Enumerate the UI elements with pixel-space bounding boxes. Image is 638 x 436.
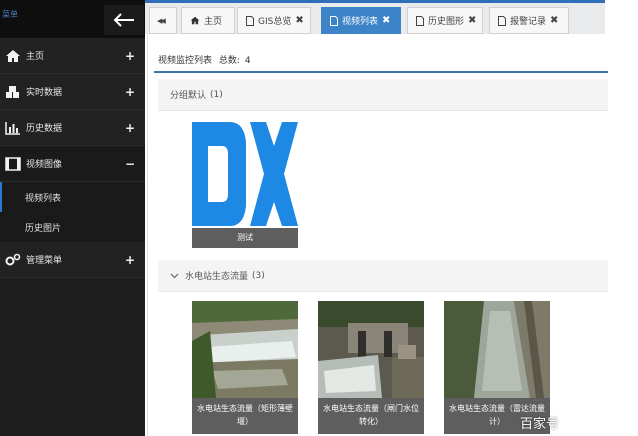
expand-toggle[interactable]: + <box>125 49 135 63</box>
double-chevron-left-icon: ◀◀ <box>157 16 166 25</box>
home-icon <box>190 16 200 25</box>
tab-bar: ◀◀ 主页 GIS总览 ✖ 视频列表 ✖ 历史图形 ✖ 报警记录 ✖ <box>145 0 605 34</box>
tab-label: 历史图形 <box>428 17 465 27</box>
back-arrow-button[interactable] <box>104 5 144 35</box>
tab-label: 报警记录 <box>510 17 547 27</box>
sidebar-item-label: 主页 <box>26 52 45 62</box>
sidebar-item-video-images[interactable]: 视频图像 − <box>0 146 145 182</box>
video-card[interactable]: 测试 <box>192 120 298 253</box>
weir-camera-thumbnail <box>192 301 298 398</box>
file-icon <box>416 15 424 26</box>
sidebar: 菜单 主页 + 实时数据 + 历史数据 + 视频图像 − 视频列表 历史图片 管… <box>0 0 145 436</box>
video-caption: 水电站生态流量（矩形薄壁堰） <box>192 398 298 434</box>
bar-chart-icon <box>5 121 20 135</box>
dx-logo-thumbnail <box>192 120 298 228</box>
cubes-icon <box>6 85 19 98</box>
home-icon <box>6 49 20 62</box>
sluice-gate-image <box>318 301 424 398</box>
channel-image <box>444 301 550 398</box>
expand-toggle[interactable]: + <box>125 253 135 267</box>
menu-label: 菜单 <box>2 10 18 19</box>
video-caption: 水电站生态流量（闸门水位转化） <box>318 398 424 434</box>
close-icon[interactable]: ✖ <box>295 15 303 26</box>
file-icon <box>246 15 254 26</box>
group-header-default[interactable]: 分组默认 (1) <box>158 79 608 111</box>
close-icon[interactable]: ✖ <box>468 15 476 26</box>
radar-camera-thumbnail <box>444 301 550 398</box>
sidebar-subitem-history-pictures[interactable]: 历史图片 <box>0 212 145 242</box>
video-caption: 测试 <box>192 228 298 248</box>
file-icon <box>498 15 506 26</box>
list-title: 视频监控列表 <box>158 56 213 66</box>
tab-scroll-left-button[interactable]: ◀◀ <box>149 7 177 34</box>
group-name: 水电站生态流量 <box>185 272 249 282</box>
group-header-hydropower[interactable]: 水电站生态流量 (3) <box>158 260 608 292</box>
dx-logo <box>192 120 298 228</box>
river-weir-image <box>192 301 298 398</box>
sidebar-item-label: 历史数据 <box>26 124 63 134</box>
sidebar-header: 菜单 <box>0 0 145 38</box>
total-label: 总数: <box>218 56 240 66</box>
main-content: 视频监控列表 总数: 4 分组默认 (1) 测试 水电站生态流量 (3) 水电站… <box>147 34 608 436</box>
group-count: (1) <box>210 89 223 100</box>
list-header: 视频监控列表 总数: 4 <box>158 53 608 66</box>
sidebar-item-home[interactable]: 主页 + <box>0 38 145 74</box>
sidebar-subitem-video-list[interactable]: 视频列表 <box>0 182 145 212</box>
tab-home[interactable]: 主页 <box>181 7 235 34</box>
close-icon[interactable]: ✖ <box>382 15 390 26</box>
video-card[interactable]: 水电站生态流量（闸门水位转化） <box>318 301 424 434</box>
chevron-down-icon <box>170 273 179 278</box>
expand-toggle[interactable]: + <box>125 121 135 135</box>
video-card[interactable]: 水电站生态流量（矩形薄壁堰） <box>192 301 298 434</box>
sidebar-item-label: 实时数据 <box>26 88 63 98</box>
total-count: 4 <box>244 56 251 66</box>
tab-label: 主页 <box>204 17 223 27</box>
arrow-left-icon <box>113 13 134 27</box>
gears-icon <box>5 253 21 265</box>
header-divider <box>154 71 608 73</box>
expand-toggle[interactable]: + <box>125 85 135 99</box>
sidebar-item-label: 管理菜单 <box>26 256 63 266</box>
tab-gis-overview[interactable]: GIS总览 ✖ <box>237 7 311 34</box>
tab-video-list[interactable]: 视频列表 ✖ <box>321 7 401 34</box>
group-count: (3) <box>252 270 265 281</box>
sidebar-item-label: 视频图像 <box>26 160 63 170</box>
tab-history-graphics[interactable]: 历史图形 ✖ <box>407 7 483 34</box>
tab-alarm-records[interactable]: 报警记录 ✖ <box>489 7 569 34</box>
sidebar-item-management-menu[interactable]: 管理菜单 + <box>0 242 145 278</box>
watermark-text: 百家号 <box>519 417 559 432</box>
tab-label: GIS总览 <box>258 17 292 27</box>
tab-label: 视频列表 <box>342 17 379 27</box>
group-name: 分组默认 <box>170 91 207 101</box>
gate-camera-thumbnail <box>318 301 424 398</box>
collapse-toggle[interactable]: − <box>125 157 135 171</box>
sidebar-item-history-data[interactable]: 历史数据 + <box>0 110 145 146</box>
file-icon <box>330 15 338 26</box>
film-icon <box>5 156 21 171</box>
sidebar-item-realtime-data[interactable]: 实时数据 + <box>0 74 145 110</box>
close-icon[interactable]: ✖ <box>550 15 558 26</box>
